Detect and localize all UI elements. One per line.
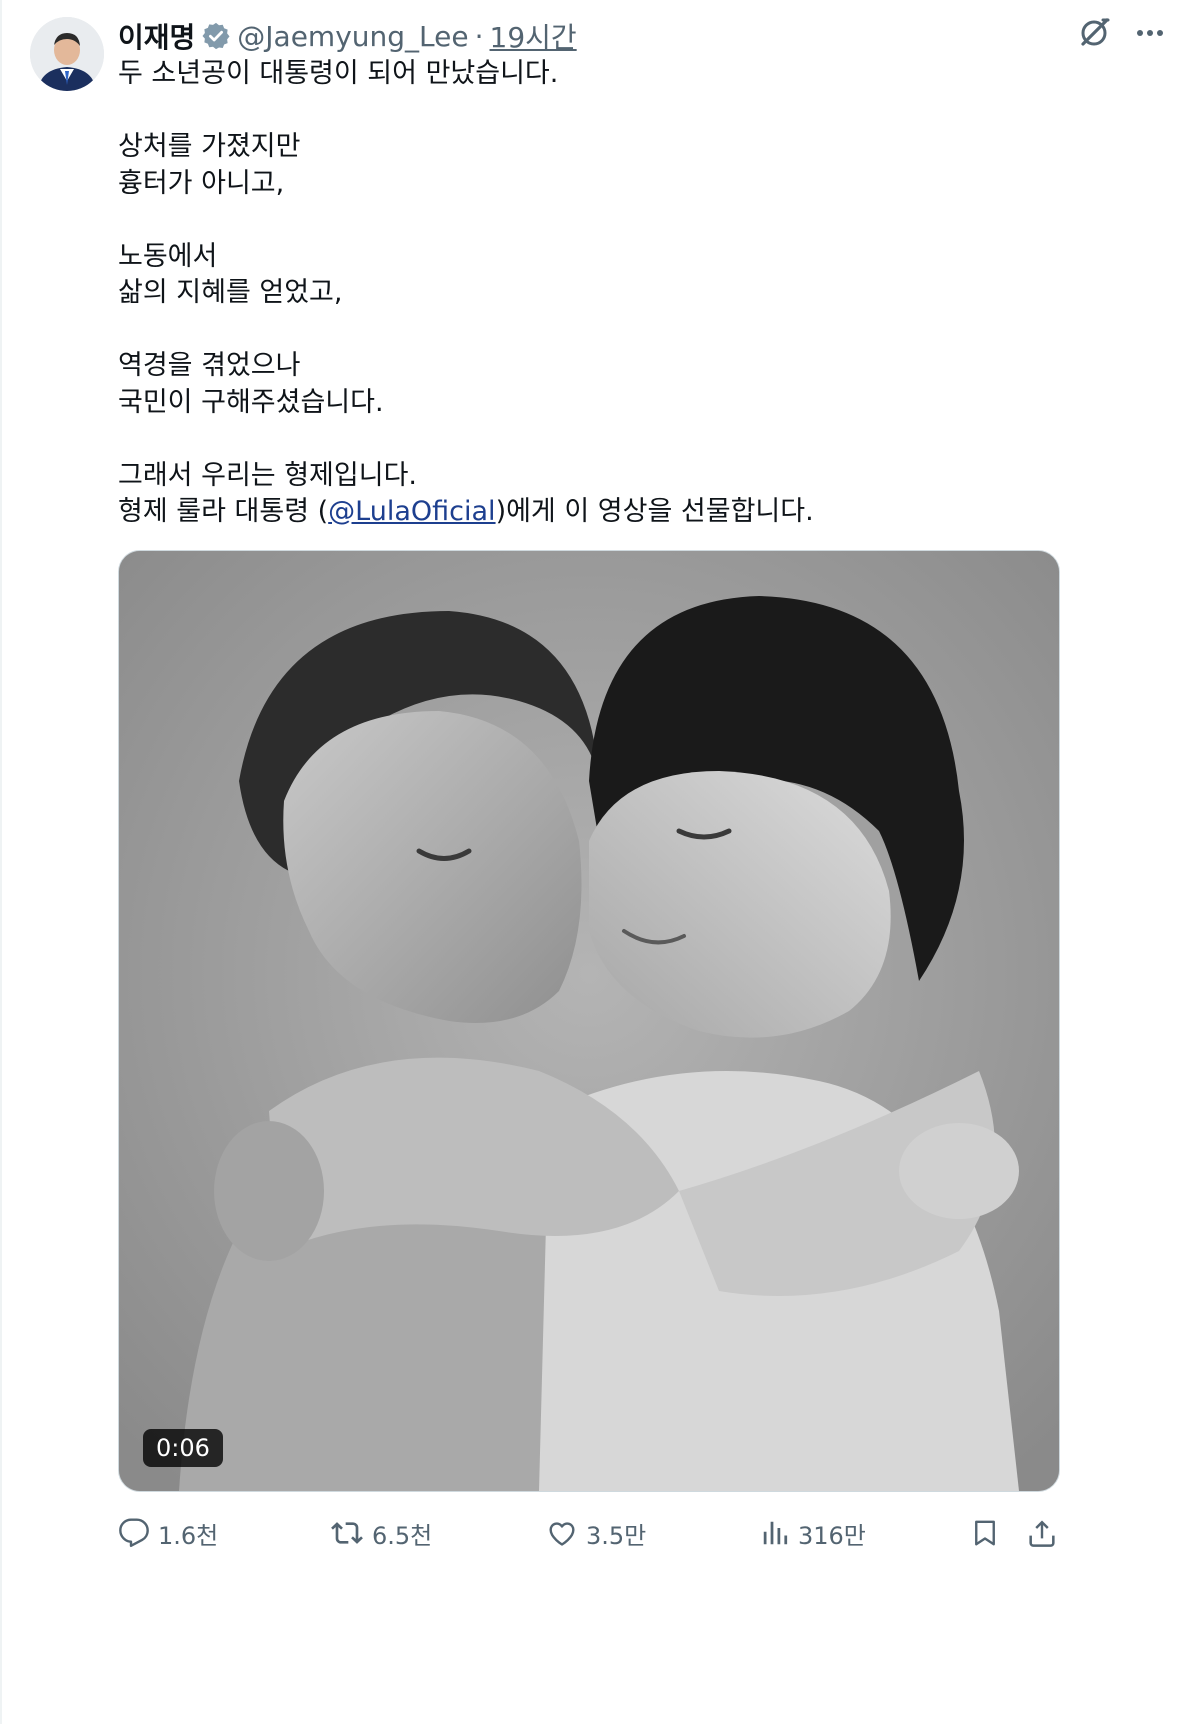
tweet-line: 두 소년공이 대통령이 되어 만났습니다.: [118, 58, 559, 89]
separator-dot: ·: [474, 19, 484, 53]
tweet-line: 그래서 우리는 형제입니다.: [118, 459, 417, 491]
views-button[interactable]: 316만: [760, 1510, 866, 1556]
mention-prefix: 형제 룰라 대통령 (: [118, 496, 329, 527]
mention-suffix: )에게 이 영상을 선물합니다.: [495, 496, 814, 527]
tweet-text: 두 소년공이 대통령이 되어 만났습니다. 상처를 가졌지만 흉터가 아니고, …: [118, 56, 1158, 531]
like-button[interactable]: 3.5만: [546, 1510, 646, 1556]
avatar[interactable]: [30, 17, 104, 91]
retweet-button[interactable]: 6.5천: [330, 1510, 432, 1556]
tweet-line: 상처를 가졌지만: [118, 131, 301, 162]
tweet-action-bar: 1.6천 6.5천 3.5만 316만: [118, 1510, 1070, 1556]
like-count: 3.5만: [586, 1521, 647, 1550]
reply-count: 1.6천: [158, 1521, 219, 1550]
reply-icon: [119, 1518, 149, 1548]
tweet-line-mention: 형제 룰라 대통령 (@LulaOficial)에게 이 영상을 선물합니다.: [118, 494, 1158, 531]
tweet-header: 이재명 @Jaemyung_Lee · 19시간: [118, 16, 577, 56]
retweet-count: 6.5천: [372, 1521, 433, 1550]
timestamp-link[interactable]: 19시간: [490, 16, 577, 56]
tweet-line: 국민이 구해주셨습니다.: [118, 386, 384, 418]
share-icon: [1029, 1520, 1055, 1547]
video-duration: 0:06: [143, 1429, 223, 1467]
grok-icon[interactable]: [1077, 16, 1111, 50]
heart-icon: [549, 1522, 575, 1546]
tweet-top-actions: [1077, 16, 1165, 50]
retweet-icon: [331, 1522, 363, 1544]
share-button[interactable]: [1026, 1510, 1058, 1556]
tweet-line: 흉터가 아니고,: [118, 167, 285, 199]
display-name[interactable]: 이재명: [118, 16, 195, 56]
views-count: 316만: [798, 1521, 866, 1550]
mention-link[interactable]: @LulaOficial: [328, 496, 495, 527]
video-thumbnail: [119, 551, 1059, 1491]
tweet-line: 역경을 겪었으나: [118, 350, 301, 381]
tweet-line: 삶의 지혜를 얻었고,: [118, 277, 343, 308]
bookmark-icon: [975, 1520, 995, 1546]
video-player[interactable]: 0:06: [118, 550, 1060, 1492]
views-icon: [763, 1521, 788, 1545]
tweet-line: 노동에서: [118, 240, 218, 272]
user-handle[interactable]: @Jaemyung_Lee: [237, 20, 468, 53]
left-border: [0, 0, 2, 1724]
reply-button[interactable]: 1.6천: [118, 1510, 218, 1556]
more-icon[interactable]: [1135, 18, 1165, 48]
verified-badge-icon: [201, 21, 231, 51]
bookmark-button[interactable]: [970, 1510, 1000, 1556]
